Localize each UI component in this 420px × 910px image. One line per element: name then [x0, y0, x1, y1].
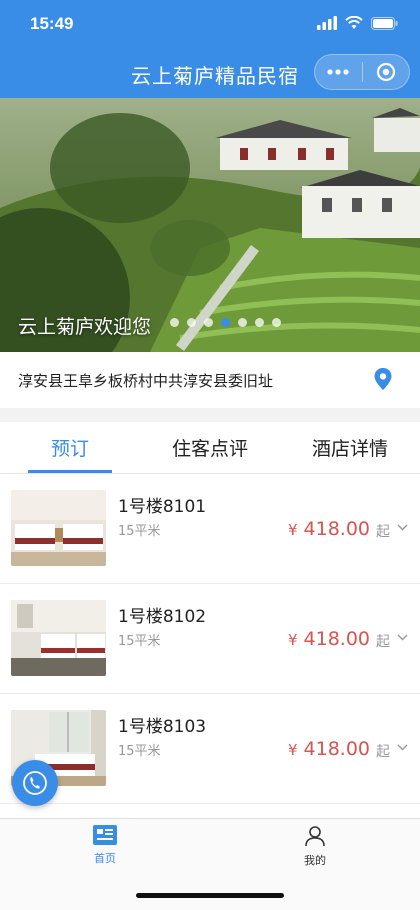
call-button[interactable]: [12, 760, 58, 806]
room-price: ¥418.00: [288, 628, 370, 650]
nav-bar: 云上菊庐精品民宿: [0, 50, 420, 98]
price-suffix: 起: [376, 524, 390, 540]
tab-reviews[interactable]: 住客点评: [140, 422, 280, 473]
carousel-dot[interactable]: [238, 318, 247, 327]
chevron-down-icon[interactable]: [397, 744, 408, 751]
carousel-dot[interactable]: [187, 318, 196, 327]
carousel-dot[interactable]: [170, 318, 179, 327]
close-button[interactable]: [362, 54, 409, 90]
location-pin-icon[interactable]: [374, 368, 392, 390]
room-price: ¥418.00: [288, 518, 370, 540]
tab-booking[interactable]: 预订: [0, 422, 140, 473]
status-icons: [317, 16, 398, 30]
tab-hotel-details[interactable]: 酒店详情: [280, 422, 420, 473]
tabbar-home-label: 首页: [94, 852, 116, 865]
phone-icon: [23, 771, 47, 795]
room-area: 15平米: [118, 744, 161, 759]
room-name: 1号楼8101: [118, 497, 207, 517]
price-suffix: 起: [376, 744, 390, 760]
chevron-down-icon[interactable]: [397, 524, 408, 531]
room-item[interactable]: 1号楼8103 15平米 ¥418.00 起: [0, 694, 420, 804]
wifi-icon: [345, 16, 363, 29]
address-text: 淳安县王阜乡板桥村中共淳安县委旧址: [18, 371, 274, 390]
price-currency: ¥: [287, 521, 298, 539]
battery-icon: [371, 16, 398, 30]
room-name: 1号楼8103: [118, 717, 207, 737]
hero-banner[interactable]: 云上菊庐欢迎您: [0, 98, 420, 352]
more-dots-icon: [327, 69, 349, 75]
room-list: 1号楼8101 15平米 ¥418.00 起 1号楼8102 15平米 ¥418…: [0, 474, 420, 804]
more-button[interactable]: [315, 54, 362, 90]
price-value: 418.00: [303, 628, 370, 650]
signal-icon: [317, 16, 337, 30]
price-value: 418.00: [303, 518, 370, 540]
section-divider: [0, 408, 420, 422]
tabbar-mine-label: 我的: [304, 854, 326, 867]
status-time: 15:49: [30, 14, 74, 33]
address-row[interactable]: 淳安县王阜乡板桥村中共淳安县委旧址: [0, 352, 420, 408]
room-area: 15平米: [118, 524, 161, 539]
tab-bar: 预订 住客点评 酒店详情: [0, 422, 420, 474]
carousel-dot-active[interactable]: [221, 318, 230, 327]
target-circle-icon: [376, 62, 395, 82]
room-item[interactable]: 1号楼8102 15平米 ¥418.00 起: [0, 584, 420, 694]
room-thumbnail: [11, 600, 106, 676]
banner-caption: 云上菊庐欢迎您: [18, 316, 152, 338]
room-price: ¥418.00: [288, 738, 370, 760]
status-bar: 15:49: [0, 0, 420, 50]
room-area: 15平米: [118, 634, 161, 649]
carousel-dot[interactable]: [255, 318, 264, 327]
room-thumbnail: [11, 490, 106, 566]
home-indicator: [136, 893, 284, 898]
room-item[interactable]: 1号楼8101 15平米 ¥418.00 起: [0, 474, 420, 584]
price-suffix: 起: [376, 634, 390, 650]
carousel-indicators: [170, 318, 281, 327]
user-icon: [305, 826, 325, 847]
price-value: 418.00: [303, 738, 370, 760]
carousel-dot[interactable]: [272, 318, 281, 327]
home-card-icon: [93, 825, 117, 845]
price-currency: ¥: [287, 631, 298, 649]
tabbar-mine[interactable]: 我的: [275, 825, 355, 868]
tabbar-home[interactable]: 首页: [65, 825, 145, 866]
price-currency: ¥: [287, 741, 298, 759]
carousel-dot[interactable]: [204, 318, 213, 327]
chevron-down-icon[interactable]: [397, 634, 408, 641]
mini-program-capsule: [314, 54, 410, 90]
room-name: 1号楼8102: [118, 607, 207, 627]
